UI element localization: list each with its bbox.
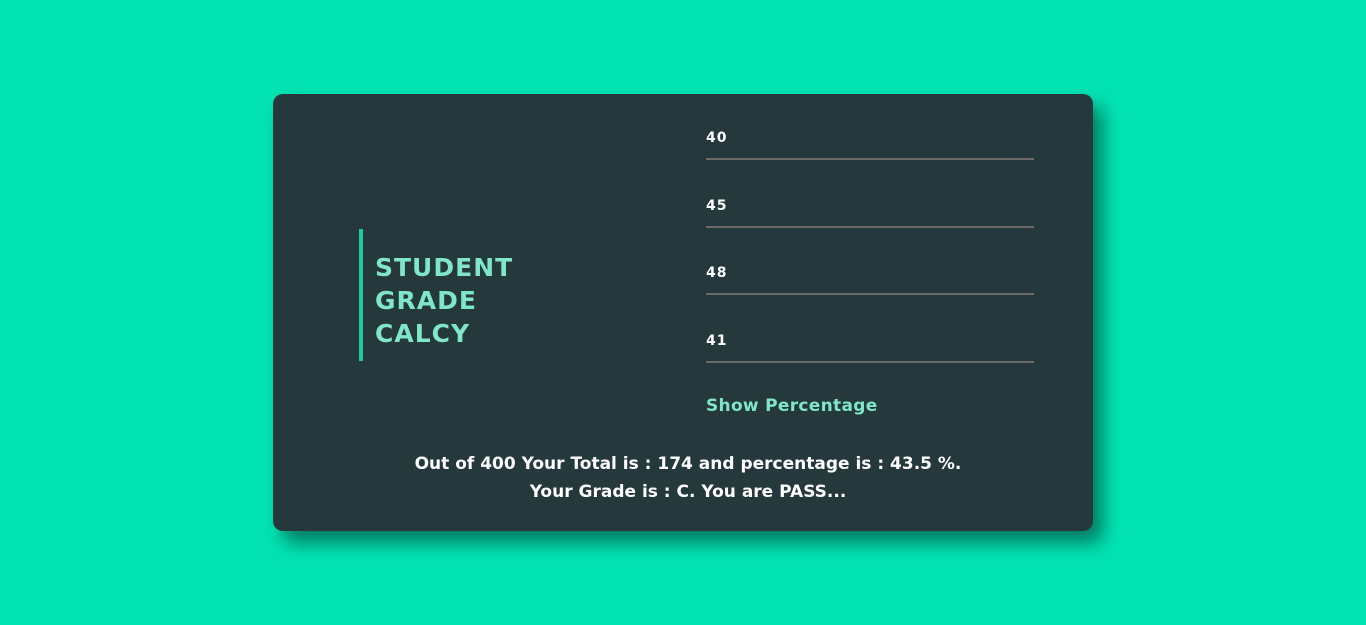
- result-total-line: Out of 400 Your Total is : 174 and perce…: [414, 454, 962, 474]
- show-percentage-button[interactable]: Show Percentage: [706, 396, 878, 416]
- subject-3-marks-input[interactable]: [706, 259, 1034, 295]
- title-line-3: CALCY: [375, 319, 471, 348]
- subject-2-marks-input[interactable]: [706, 191, 1034, 228]
- calculator-card: STUDENT GRADE CALCY Show Percentage Out …: [273, 94, 1093, 531]
- title-line-1: STUDENT: [375, 253, 514, 282]
- marks-form: [706, 124, 1034, 394]
- app-title: STUDENT GRADE CALCY: [359, 229, 559, 361]
- subject-4-marks-input[interactable]: [706, 326, 1034, 363]
- result-text: Out of 400 Your Total is : 174 and perce…: [273, 450, 1103, 506]
- title-line-2: GRADE: [375, 286, 477, 315]
- subject-1-marks-input[interactable]: [706, 124, 1034, 160]
- result-grade-line: Your Grade is : C. You are PASS...: [529, 482, 847, 502]
